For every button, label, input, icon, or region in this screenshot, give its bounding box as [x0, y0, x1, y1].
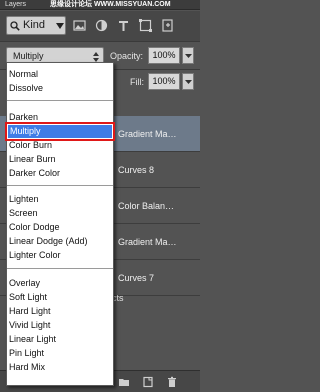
menu-separator — [7, 185, 113, 186]
adjustment-filter-icon[interactable] — [94, 18, 109, 33]
watermark-text: 思缘设计论坛 WWW.MISSYUAN.COM — [50, 1, 171, 8]
layer-filter-row: Kind — [0, 11, 200, 41]
blend-option[interactable]: Screen — [7, 207, 113, 220]
menu-separator — [7, 100, 113, 101]
blend-option[interactable]: Color Dodge — [7, 221, 113, 234]
type-filter-icon[interactable] — [116, 18, 131, 33]
filter-kind-label: Kind — [23, 19, 46, 31]
opacity-slider-button[interactable] — [182, 47, 194, 64]
opacity-input[interactable]: 100% — [148, 47, 180, 64]
blend-option-selected[interactable]: Multiply — [5, 122, 115, 141]
blend-option[interactable]: Hard Mix — [7, 361, 113, 374]
new-group-icon[interactable] — [118, 376, 130, 388]
layer-name: Curves 8 — [118, 165, 155, 175]
blend-option[interactable]: Soft Light — [7, 291, 113, 304]
panel-title: Layers — [5, 1, 27, 8]
new-layer-icon[interactable] — [142, 376, 154, 388]
layer-name: Curves 7 — [118, 273, 155, 283]
menu-separator — [7, 268, 113, 269]
fill-label: Fill: — [130, 77, 144, 87]
shape-filter-icon[interactable] — [138, 18, 153, 33]
blend-option[interactable]: Dissolve — [7, 82, 113, 95]
chevron-updown-icon — [93, 52, 99, 62]
blend-option[interactable]: Darken — [7, 111, 113, 124]
blend-option[interactable]: Vivid Light — [7, 319, 113, 332]
layer-name: Gradient Ma… — [118, 129, 177, 139]
blend-option[interactable]: Lighter Color — [7, 249, 113, 262]
layers-panel: Layers 思缘设计论坛 WWW.MISSYUAN.COM Kind Mult… — [0, 0, 200, 392]
blend-mode-dropdown: Normal Dissolve Darken Multiply Color Bu… — [5, 62, 115, 386]
blend-option[interactable]: Hard Light — [7, 305, 113, 318]
trash-icon[interactable] — [166, 376, 178, 388]
blend-option[interactable]: Lighten — [7, 193, 113, 206]
chevron-down-icon — [185, 54, 192, 58]
blend-option[interactable]: Normal — [7, 68, 113, 81]
chevron-down-icon — [185, 80, 192, 84]
opacity-label: Opacity: — [110, 51, 144, 61]
layer-name: Gradient Ma… — [118, 237, 177, 247]
fill-input[interactable]: 100% — [148, 73, 180, 90]
blend-option[interactable]: Linear Light — [7, 333, 113, 346]
chevron-down-icon — [56, 23, 64, 29]
blend-option[interactable]: Linear Dodge (Add) — [7, 235, 113, 248]
smart-object-filter-icon[interactable] — [160, 18, 175, 33]
panel-title-bar: Layers 思缘设计论坛 WWW.MISSYUAN.COM — [0, 0, 200, 10]
fill-slider-button[interactable] — [182, 73, 194, 90]
blend-option[interactable]: Pin Light — [7, 347, 113, 360]
blend-option[interactable]: Linear Burn — [7, 153, 113, 166]
filter-kind-select[interactable]: Kind — [6, 16, 66, 35]
blend-option[interactable]: Overlay — [7, 277, 113, 290]
layer-name: Color Balan… — [118, 201, 175, 211]
search-icon — [10, 21, 20, 31]
blend-option[interactable]: Color Burn — [7, 139, 113, 152]
image-filter-icon[interactable] — [72, 18, 87, 33]
blend-option[interactable]: Darker Color — [7, 167, 113, 180]
